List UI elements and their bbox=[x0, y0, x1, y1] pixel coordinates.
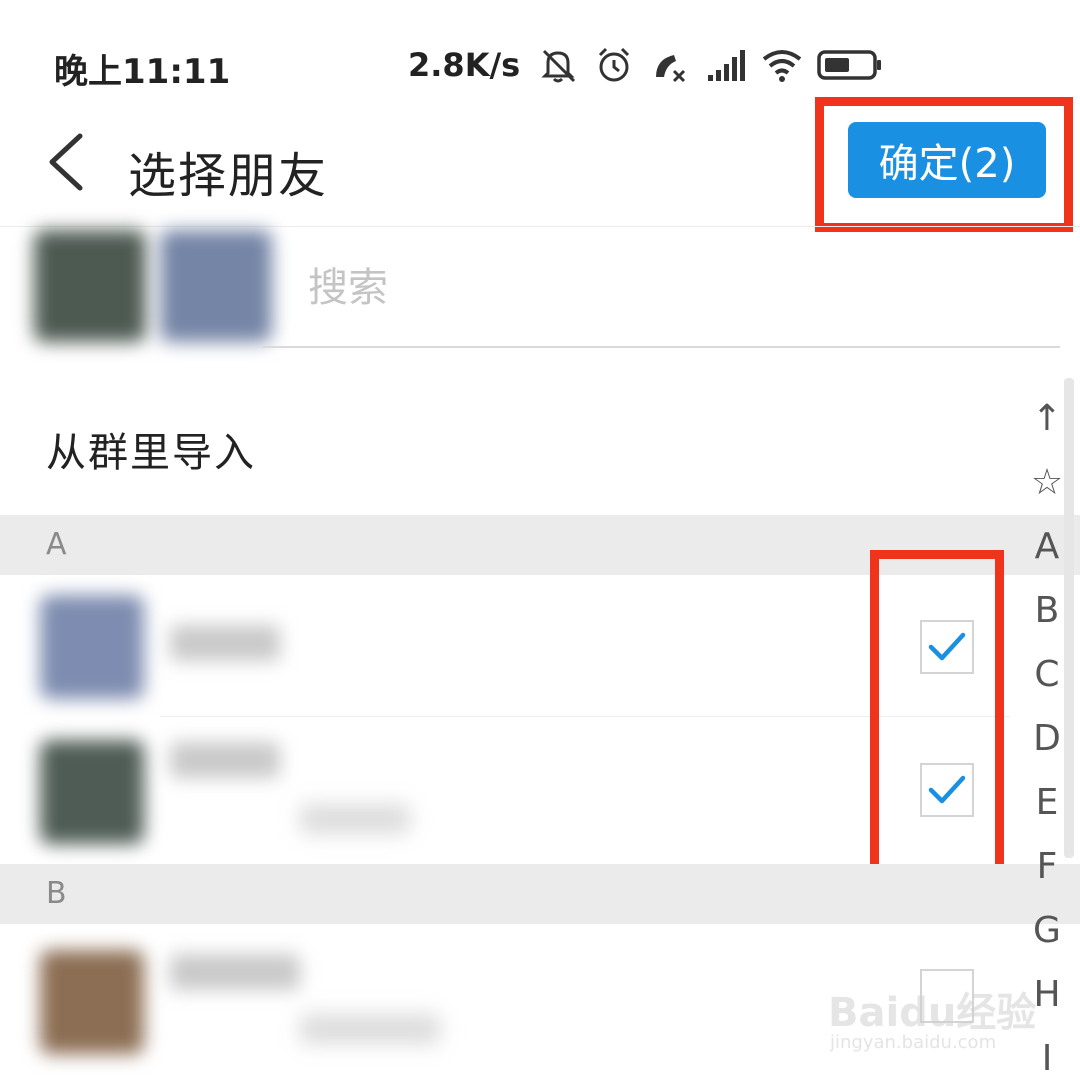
section-letter: B bbox=[46, 876, 67, 911]
index-g[interactable]: G bbox=[1024, 906, 1070, 956]
bell-muted-icon bbox=[541, 49, 576, 83]
index-e[interactable]: E bbox=[1024, 778, 1070, 828]
battery-icon bbox=[817, 50, 882, 80]
contact-name bbox=[170, 625, 280, 661]
alarm-icon bbox=[599, 47, 630, 82]
alphabet-index[interactable]: ↑ ☆ A B C D E F G H I bbox=[1024, 390, 1070, 1080]
status-time: 晚上11:11 bbox=[54, 52, 231, 92]
index-up[interactable]: ↑ bbox=[1024, 394, 1070, 444]
section-header-b: B bbox=[0, 864, 1080, 924]
chevron-left-icon bbox=[49, 133, 83, 191]
selected-avatars bbox=[34, 226, 286, 346]
avatar bbox=[40, 950, 144, 1054]
import-from-group-row[interactable]: 从群里导入 bbox=[0, 380, 1010, 514]
section-letter: A bbox=[46, 527, 67, 562]
confirm-button[interactable]: 确定(2) bbox=[848, 122, 1046, 198]
avatar[interactable] bbox=[34, 230, 146, 342]
row-divider bbox=[160, 716, 1010, 717]
index-c[interactable]: C bbox=[1024, 650, 1070, 700]
contact-name bbox=[170, 954, 300, 990]
contact-subtitle bbox=[300, 804, 410, 834]
checkmark-icon bbox=[928, 775, 966, 804]
contact-name bbox=[170, 742, 280, 778]
avatar bbox=[40, 740, 144, 844]
checkmark-icon bbox=[928, 632, 966, 661]
header: 选择朋友 确定(2) bbox=[0, 110, 1080, 220]
signal-icon bbox=[708, 50, 746, 81]
import-from-group-label: 从群里导入 bbox=[46, 430, 256, 476]
contact-checkbox[interactable] bbox=[920, 763, 974, 817]
contact-row[interactable] bbox=[0, 718, 1010, 860]
index-f[interactable]: F bbox=[1024, 842, 1070, 892]
back-button[interactable] bbox=[38, 130, 98, 194]
index-star[interactable]: ☆ bbox=[1024, 458, 1070, 508]
call-missed-icon bbox=[656, 55, 686, 83]
search-underline bbox=[262, 346, 1060, 348]
search-input[interactable] bbox=[308, 258, 808, 318]
contact-row[interactable] bbox=[0, 575, 1010, 717]
contact-row[interactable] bbox=[0, 924, 1010, 1066]
contact-checkbox[interactable] bbox=[920, 969, 974, 1023]
index-i[interactable]: I bbox=[1024, 1034, 1070, 1080]
contact-checkbox[interactable] bbox=[920, 620, 974, 674]
index-b[interactable]: B bbox=[1024, 586, 1070, 636]
index-h[interactable]: H bbox=[1024, 970, 1070, 1020]
contact-subtitle bbox=[300, 1014, 440, 1044]
app-screen: 晚上11:11 2.8K/s 选择朋友 确定(2) 搜索 从群里导入 A B ↑… bbox=[0, 0, 1080, 1080]
network-speed: 2.8K/s bbox=[408, 46, 521, 84]
section-header-a: A bbox=[0, 515, 1080, 575]
index-d[interactable]: D bbox=[1024, 714, 1070, 764]
avatar[interactable] bbox=[160, 230, 272, 342]
status-icons: 2.8K/s bbox=[408, 40, 884, 90]
status-bar: 晚上11:11 2.8K/s bbox=[0, 0, 1080, 120]
page-title: 选择朋友 bbox=[128, 148, 329, 204]
index-a[interactable]: A bbox=[1024, 522, 1070, 572]
avatar bbox=[40, 595, 144, 699]
wifi-icon bbox=[762, 50, 802, 82]
